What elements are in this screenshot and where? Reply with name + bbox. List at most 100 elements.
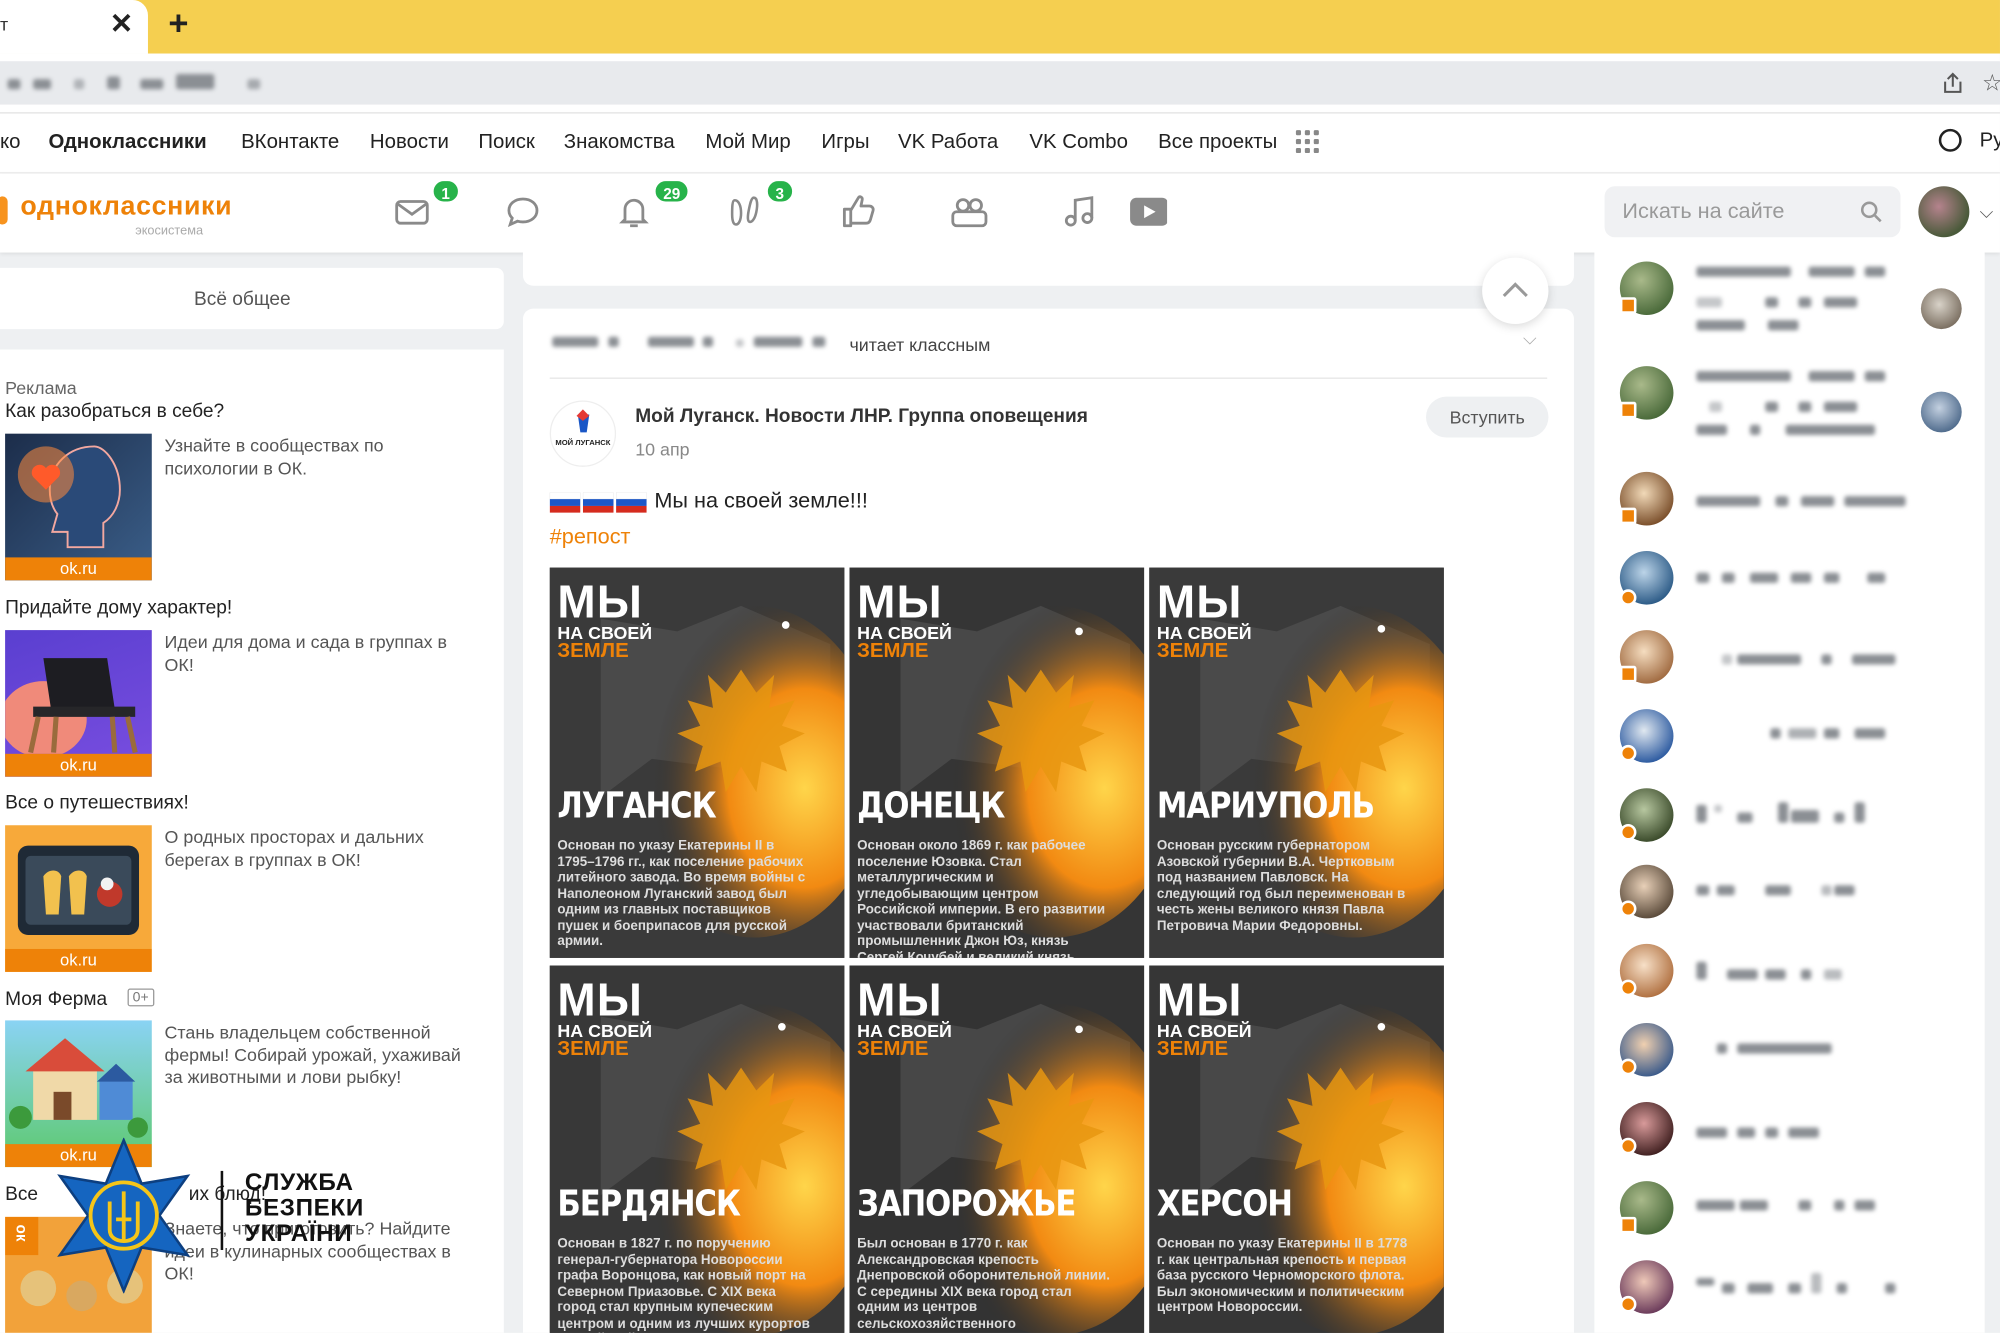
ad-description[interactable]: Стань владельцем собственной фермы! Соби… [165, 1022, 471, 1089]
project-link-ok[interactable]: Одноклассники [48, 131, 206, 154]
tile-subtitle-accent: ЗЕМЛЕ [1156, 1038, 1229, 1060]
ok-logo[interactable]: одноклассники [20, 191, 232, 222]
ad-description[interactable]: Идеи для дома и сада в группах в ОК! [165, 631, 471, 676]
ad-description[interactable]: О родных просторах и дальних берегах в г… [165, 827, 471, 872]
tile-subtitle: НА СВОЕЙ [557, 622, 653, 643]
post-image-tile[interactable]: МЫ НА СВОЕЙ ЗЕМЛЕ БЕРДЯНСК Основан в 182… [549, 965, 845, 1333]
tile-subtitle: НА СВОЕЙ [1156, 622, 1252, 643]
join-group-button[interactable]: Вступить [1426, 396, 1549, 438]
project-link-dating[interactable]: Знакомства [564, 131, 675, 154]
ad-source-label: ок [12, 1224, 31, 1242]
ad-source-label: ok.ru [5, 557, 152, 581]
group-name-link[interactable]: Мой Луганск. Новости ЛНР. Группа оповеще… [635, 406, 1088, 428]
russia-flag-icon [549, 492, 581, 513]
all-common-label[interactable]: Всё общее [0, 288, 485, 310]
project-link-vk-combo[interactable]: VK Combo [1029, 131, 1128, 154]
divider [549, 377, 1548, 379]
online-indicator [1619, 665, 1637, 683]
friends-icon[interactable] [950, 193, 988, 231]
ad-image-travel[interactable]: ok.ru [5, 825, 152, 972]
tile-subtitle-accent: ЗЕМЛЕ [557, 640, 629, 662]
search-input[interactable] [1622, 198, 1840, 225]
project-link-vk[interactable]: ВКонтакте [241, 131, 339, 154]
ad-title[interactable]: Придайте дому характер! [5, 597, 232, 619]
project-link-all[interactable]: Все проекты [1158, 131, 1277, 154]
online-indicator [1619, 1137, 1637, 1155]
post-reaction-text: читает классным [849, 334, 991, 355]
tab-close-icon[interactable]: ✕ [110, 8, 134, 41]
ad-source-label: ok.ru [5, 753, 152, 777]
ad-title[interactable]: Все [5, 1184, 38, 1206]
ad-title[interactable]: Все о путешествиях! [5, 792, 189, 814]
video-icon[interactable] [1129, 193, 1168, 231]
post-image-tile[interactable]: МЫ НА СВОЕЙ ЗЕМЛЕ ЗАПОРОЖЬЕ Был основан … [849, 965, 1145, 1333]
online-indicator [1619, 297, 1637, 314]
post-image-tile[interactable]: МЫ НА СВОЕЙ ЗЕМЛЕ МАРИУПОЛЬ Основан русс… [1149, 567, 1444, 958]
tile-subtitle-accent: ЗЕМЛЕ [857, 1038, 929, 1060]
previous-post-footer [522, 249, 1574, 286]
language-globe-icon[interactable] [1938, 128, 1962, 152]
chevron-up-icon[interactable] [1482, 258, 1548, 324]
all-projects-grid-icon[interactable] [1295, 130, 1319, 154]
russia-flag-icon [582, 492, 614, 513]
tile-subtitle: НА СВОЕЙ [557, 1020, 653, 1041]
tile-title: МЫ [1156, 973, 1243, 1026]
age-rating-badge: 0+ [127, 988, 154, 1007]
tile-title: МЫ [857, 973, 943, 1026]
post-image-tile[interactable]: МЫ НА СВОЕЙ ЗЕМЛЕ ДОНЕЦК Основан около 1… [849, 567, 1145, 958]
project-link-search[interactable]: Поиск [478, 131, 535, 154]
tile-subtitle-accent: ЗЕМЛЕ [557, 1038, 629, 1060]
online-indicator [1619, 507, 1637, 525]
language-label[interactable]: Ру [1980, 130, 2000, 153]
ad-image-psychology[interactable]: ok.ru [5, 433, 152, 581]
address-bar: ☆ [0, 53, 2000, 114]
tile-city: ХЕРСОН [1156, 1182, 1293, 1225]
tile-subtitle: НА СВОЕЙ [857, 622, 952, 643]
user-avatar[interactable] [1918, 186, 1970, 238]
chevron-down-icon[interactable]: ⌵ [1523, 328, 1537, 350]
post-image-tile[interactable]: МЫ НА СВОЕЙ ЗЕМЛЕ ЛУГАНСК Основан по ука… [549, 567, 845, 958]
notifications-icon[interactable] [615, 193, 653, 231]
online-indicator [1619, 744, 1637, 762]
guests-icon[interactable] [727, 193, 765, 231]
sbu-emblem-icon [57, 1137, 191, 1294]
tile-subtitle: НА СВОЕЙ [1156, 1020, 1252, 1041]
watermark-line: СЛУЖБА [244, 1169, 354, 1197]
ad-title[interactable]: Моя Ферма [5, 989, 107, 1011]
ok-logo-subtitle: экосистема [135, 224, 204, 239]
group-avatar[interactable]: МОЙ ЛУГАНСК [549, 400, 617, 467]
ad-title[interactable]: Как разобраться в себе? [5, 401, 224, 423]
online-indicator [1619, 589, 1637, 606]
watermark-line: УКРАЇНИ [244, 1220, 353, 1248]
url-field[interactable] [0, 61, 2000, 105]
tile-blurb: Основан по указу Екатерины II в 1778 г. … [1156, 1235, 1408, 1316]
messages-badge: 1 [431, 178, 461, 205]
project-link-mymir[interactable]: Мой Мир [705, 131, 790, 154]
friend-small-avatar[interactable] [1920, 391, 1962, 433]
post-image-tile[interactable]: МЫ НА СВОЕЙ ЗЕМЛЕ ХЕРСОН Основан по указ… [1149, 965, 1444, 1333]
ad-image-home[interactable]: ok.ru [5, 630, 152, 777]
online-indicator [1619, 900, 1637, 918]
music-icon[interactable] [1061, 193, 1099, 231]
bookmark-star-icon[interactable]: ☆ [1982, 70, 2000, 97]
likes-icon[interactable] [839, 193, 877, 231]
project-link-prev[interactable]: ко [0, 131, 21, 154]
ad-description[interactable]: Узнайте в сообществах по психологии в ОК… [165, 435, 471, 480]
site-search[interactable] [1604, 186, 1901, 238]
chevron-down-icon[interactable]: ⌵ [1980, 202, 1994, 224]
tile-city: МАРИУПОЛЬ [1156, 784, 1375, 827]
hashtag-link[interactable]: #репост [550, 524, 631, 550]
new-tab-button[interactable]: + [168, 4, 188, 44]
friend-small-avatar[interactable] [1920, 288, 1962, 330]
discussions-icon[interactable] [504, 193, 542, 231]
search-icon[interactable] [1860, 200, 1883, 223]
project-link-games[interactable]: Игры [821, 131, 869, 154]
tile-title: МЫ [557, 973, 644, 1026]
project-link-vk-work[interactable]: VK Работа [898, 131, 998, 154]
messages-icon[interactable] [393, 193, 431, 231]
tile-blurb: Был основан в 1770 г. как Александровска… [857, 1235, 1110, 1333]
project-link-news[interactable]: Новости [370, 131, 449, 154]
share-icon[interactable] [1941, 71, 1964, 94]
scroll-to-top-button[interactable] [1482, 257, 1549, 324]
tile-city: БЕРДЯНСК [557, 1182, 741, 1225]
